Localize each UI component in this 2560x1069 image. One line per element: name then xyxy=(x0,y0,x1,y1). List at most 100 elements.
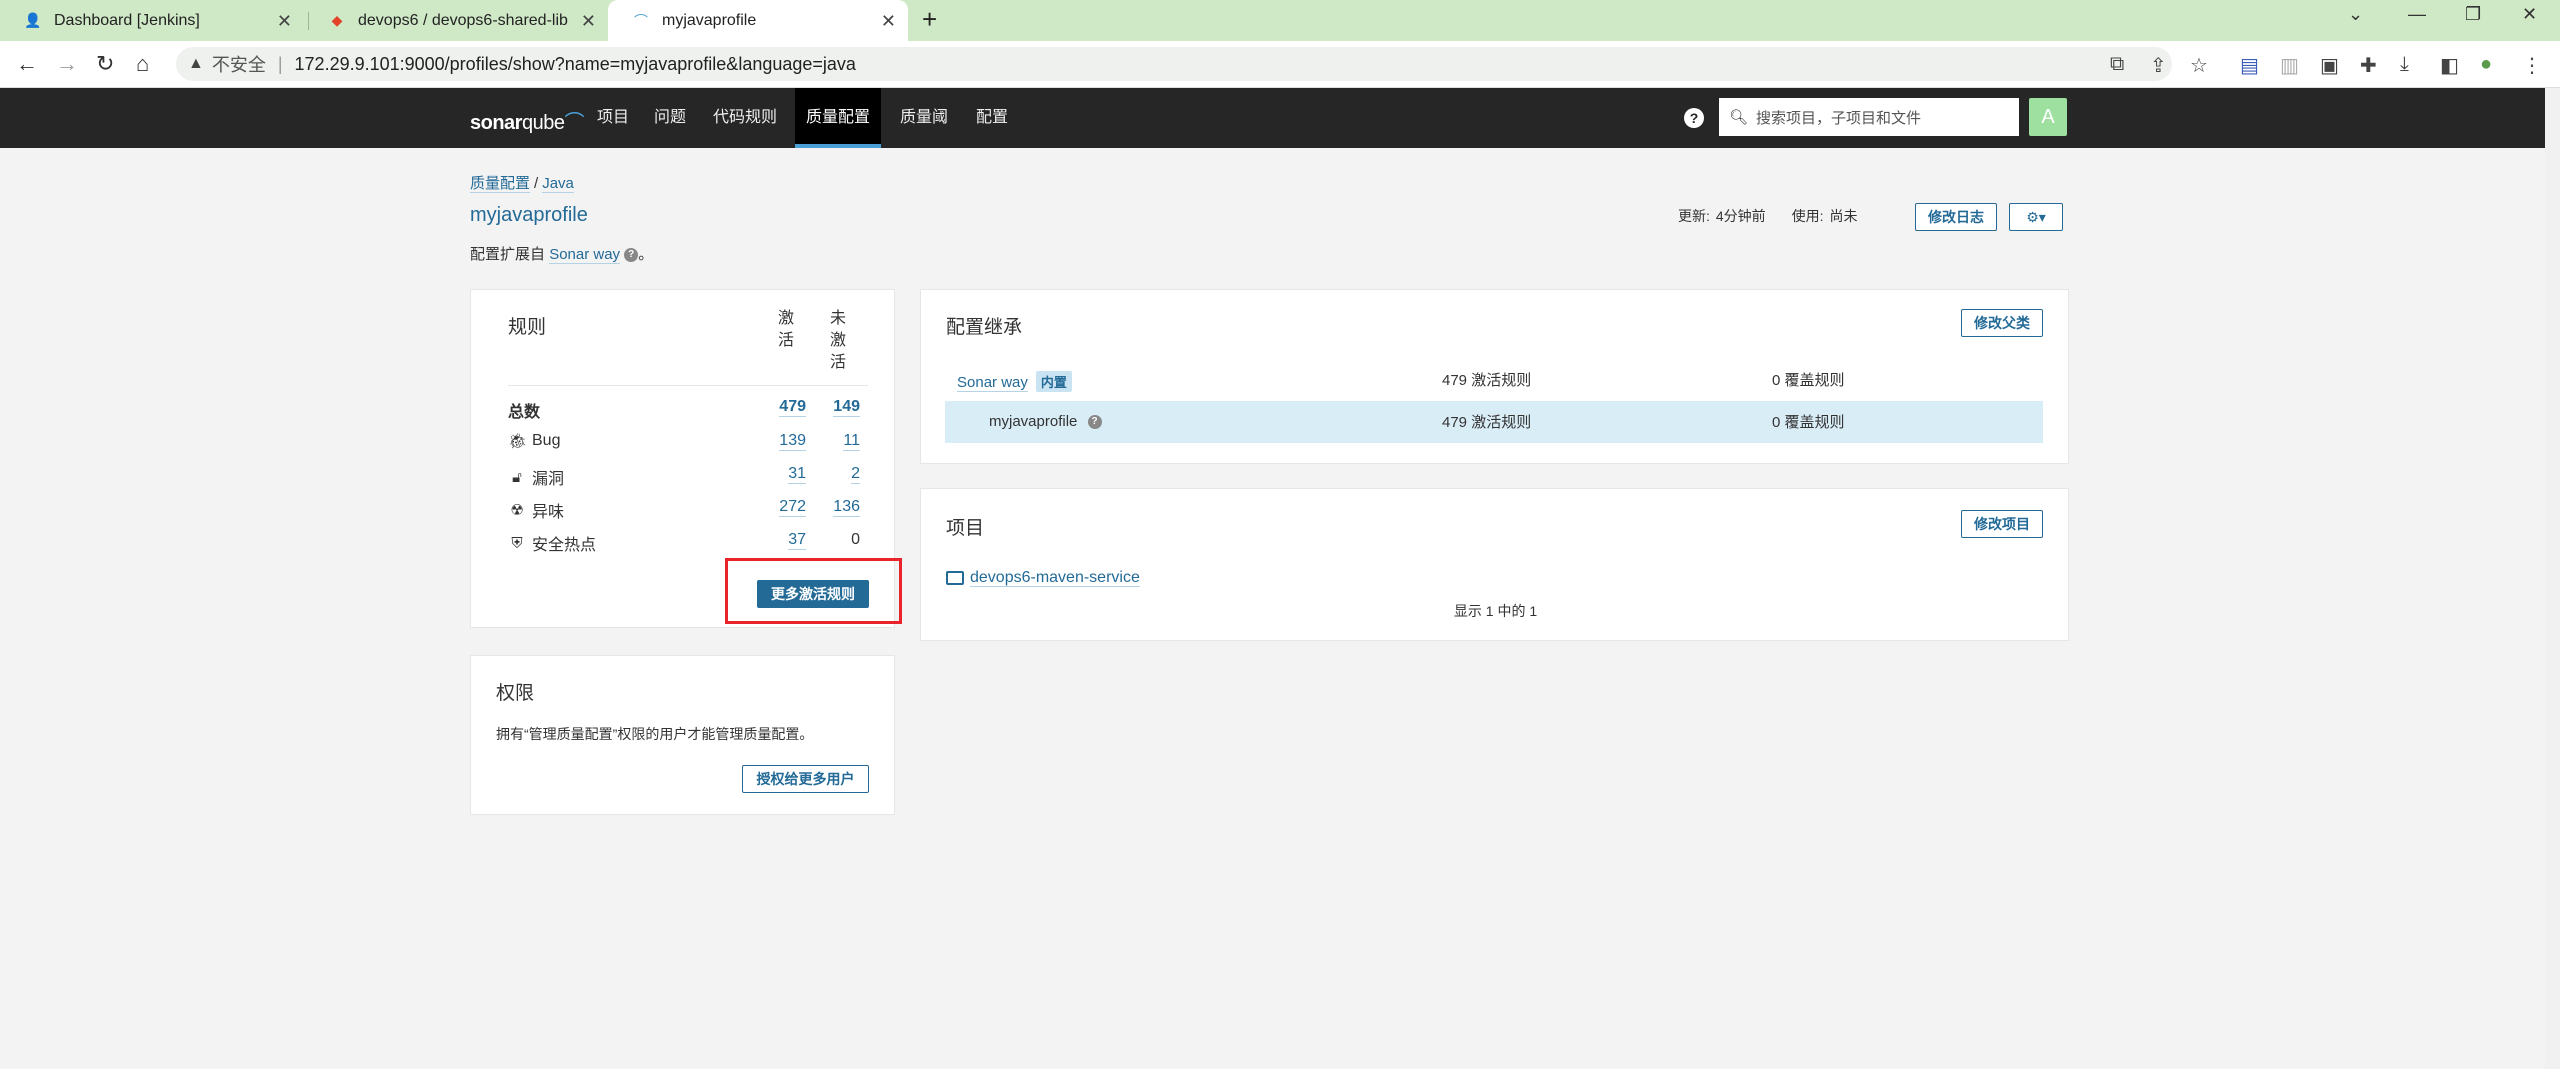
grant-permissions-button[interactable]: 授权给更多用户 xyxy=(742,765,869,793)
jenkins-icon: 👤 xyxy=(24,12,42,28)
side-panel-icon[interactable]: ◧ xyxy=(2440,53,2459,78)
profile-icon[interactable]: ● xyxy=(2480,53,2492,76)
help-question-icon[interactable]: ? xyxy=(624,248,639,263)
builtin-badge: 内置 xyxy=(1035,371,1072,392)
rules-row-code-smell: ☢ 异味 272 136 xyxy=(508,498,868,528)
change-parent-button[interactable]: 修改父类 xyxy=(1961,309,2043,337)
close-window-icon[interactable]: ✕ xyxy=(2522,4,2537,25)
sonar-icon: ⌒ xyxy=(634,12,648,29)
nav-issues[interactable]: 问题 xyxy=(643,88,697,148)
inheritance-row-current: myjavaprofile ? 479 激活规则 0 覆盖规则 xyxy=(945,401,2043,443)
lock-icon: 🔓︎ xyxy=(512,468,522,486)
nav-quality-gates[interactable]: 质量阈 xyxy=(889,88,959,148)
permissions-description: 拥有“管理质量配置”权限的用户才能管理质量配置。 xyxy=(496,726,814,742)
rules-row-total: 总数 479 149 xyxy=(508,398,860,421)
warning-icon: ▲ xyxy=(188,55,204,72)
nav-administration[interactable]: 配置 xyxy=(965,88,1019,148)
logo-wave-icon: ⌒ xyxy=(564,112,584,134)
new-tab-icon[interactable]: + xyxy=(922,4,937,35)
extends-sonar-way-link[interactable]: Sonar way xyxy=(549,246,621,264)
bug-icon: 🐞︎ xyxy=(508,433,528,450)
sonarqube-logo[interactable]: sonarqube⌒ xyxy=(470,106,584,135)
insecure-label: 不安全 xyxy=(211,55,266,75)
annotation-highlight-box xyxy=(725,558,902,624)
bookmark-star-icon[interactable]: ☆ xyxy=(2190,53,2208,78)
project-item: devops6-maven-service xyxy=(946,569,1140,587)
projects-count: 显示 1 中的 1 xyxy=(1453,603,1538,619)
extensions-puzzle-icon[interactable]: ✚ xyxy=(2360,53,2377,78)
home-icon[interactable]: ⌂ xyxy=(136,51,149,77)
menu-kebab-icon[interactable]: ⋮ xyxy=(2522,53,2542,78)
avatar[interactable]: A xyxy=(2029,98,2067,136)
breadcrumb-java[interactable]: Java xyxy=(542,175,574,193)
change-projects-button[interactable]: 修改项目 xyxy=(1961,510,2043,538)
extension-book-icon[interactable]: ▥ xyxy=(2280,53,2299,78)
rules-row-vulnerability: 🔓︎ 漏洞 31 2 xyxy=(508,465,868,495)
breadcrumb-quality-profiles[interactable]: 质量配置 xyxy=(470,175,531,193)
shield-icon: ⛨ xyxy=(511,534,523,552)
minimize-icon[interactable]: — xyxy=(2408,4,2426,25)
nav-quality-profiles[interactable]: 质量配置 xyxy=(795,88,882,148)
col-header-inactive: 未激活 xyxy=(830,310,847,371)
extension-chart-icon[interactable]: ▣ xyxy=(2320,53,2339,78)
inactive-count: 0 xyxy=(851,531,860,548)
forward-icon[interactable]: → xyxy=(56,51,78,77)
help-icon[interactable]: ? xyxy=(1684,108,1704,128)
profile-meta: 更新: 4分钟前 使用: 尚未 xyxy=(1678,208,1858,224)
inheritance-row-sonar-way: Sonar way 内置 479 激活规则 0 覆盖规则 xyxy=(957,371,1845,392)
help-question-icon[interactable]: ? xyxy=(1087,415,1102,430)
extension-reader-icon[interactable]: ▤ xyxy=(2240,53,2259,78)
close-tab-icon[interactable]: ✕ xyxy=(277,11,292,32)
permissions-card-title: 权限 xyxy=(496,683,535,704)
col-header-active: 激活 xyxy=(778,310,795,349)
url-text: 172.29.9.101:9000/profiles/show?name=myj… xyxy=(294,53,856,74)
inheritance-card-title: 配置继承 xyxy=(946,317,1023,338)
code-smell-icon: ☢ xyxy=(510,502,524,519)
close-tab-icon[interactable]: ✕ xyxy=(581,11,596,32)
download-icon[interactable]: ⤓ xyxy=(2400,53,2409,76)
inactive-count-link[interactable]: 136 xyxy=(833,498,860,517)
inactive-count-link[interactable]: 149 xyxy=(833,398,860,417)
browser-tab-gitlab[interactable]: ◆ devops6 / devops6-shared-lib ✕ xyxy=(304,0,608,41)
chevron-down-icon: ▾ xyxy=(2038,209,2046,225)
close-tab-icon[interactable]: ✕ xyxy=(881,11,896,32)
rules-row-hotspot: ⛨ 安全热点 37 0 xyxy=(508,531,868,561)
address-bar[interactable]: ▲ 不安全 | 172.29.9.101:9000/profiles/show?… xyxy=(176,47,2172,81)
breadcrumb: 质量配置 / Java xyxy=(470,175,574,193)
settings-dropdown-button[interactable]: ⚙▾ xyxy=(2009,203,2063,231)
project-icon xyxy=(946,570,964,585)
rules-card-title: 规则 xyxy=(508,317,547,338)
rules-row-bug: 🐞︎ Bug 139 11 xyxy=(508,432,860,451)
search-icon: 🔍︎ xyxy=(1729,109,1749,126)
changelog-button[interactable]: 修改日志 xyxy=(1915,203,1997,231)
reload-icon[interactable]: ↻ xyxy=(96,51,114,77)
profile-extends-note: 配置扩展自 Sonar way ?。 xyxy=(470,246,654,264)
active-count-link[interactable]: 37 xyxy=(788,531,806,550)
tab-search-icon[interactable]: ⌄ xyxy=(2348,4,2363,25)
sonar-navbar: sonarqube⌒ 项目 问题 代码规则 质量配置 质量阈 配置 ? 🔍︎ 搜… xyxy=(0,88,2545,148)
active-count-link[interactable]: 139 xyxy=(779,432,806,451)
active-count-link[interactable]: 31 xyxy=(788,465,806,484)
scrollbar[interactable] xyxy=(2545,88,2560,1069)
page-title: myjavaprofile xyxy=(470,204,588,226)
gitlab-icon: ◆ xyxy=(331,12,343,28)
inactive-count-link[interactable]: 2 xyxy=(851,465,860,484)
projects-card-title: 项目 xyxy=(946,518,985,539)
nav-projects[interactable]: 项目 xyxy=(586,88,640,148)
active-count-link[interactable]: 479 xyxy=(779,398,806,417)
rules-header-divider xyxy=(508,385,868,386)
back-icon[interactable]: ← xyxy=(16,51,38,77)
nav-rules[interactable]: 代码规则 xyxy=(702,88,788,148)
restore-icon[interactable]: ❐ xyxy=(2465,4,2481,25)
sonar-way-link[interactable]: Sonar way xyxy=(957,374,1028,392)
active-count-link[interactable]: 272 xyxy=(779,498,806,517)
browser-tab-jenkins[interactable]: 👤 Dashboard [Jenkins] ✕ xyxy=(0,0,304,41)
search-input[interactable]: 🔍︎ 搜索项目，子项目和文件 xyxy=(1719,98,2019,136)
browser-tab-sonar[interactable]: ⌒ myjavaprofile ✕ xyxy=(608,0,908,41)
inactive-count-link[interactable]: 11 xyxy=(843,432,860,451)
share-icon[interactable]: ⇪ xyxy=(2150,53,2167,78)
gear-icon: ⚙ xyxy=(2026,209,2039,225)
browser-tab-strip: 👤 Dashboard [Jenkins] ✕ ◆ devops6 / devo… xyxy=(0,0,2560,41)
translate-icon[interactable]: ⧉ xyxy=(2110,53,2124,76)
project-link[interactable]: devops6-maven-service xyxy=(970,569,1140,587)
